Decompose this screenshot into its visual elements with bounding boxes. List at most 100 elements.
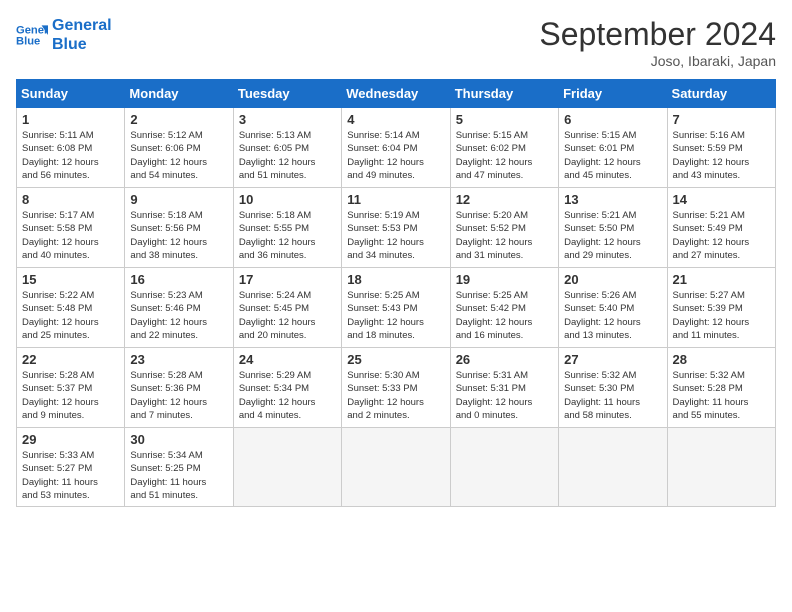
day-number: 13 — [564, 192, 661, 207]
day-info: Sunrise: 5:15 AMSunset: 6:01 PMDaylight:… — [564, 129, 661, 182]
table-row — [559, 428, 667, 507]
day-number: 14 — [673, 192, 770, 207]
day-number: 2 — [130, 112, 227, 127]
day-info: Sunrise: 5:30 AMSunset: 5:33 PMDaylight:… — [347, 369, 444, 422]
day-info: Sunrise: 5:25 AMSunset: 5:42 PMDaylight:… — [456, 289, 553, 342]
col-header-monday: Monday — [125, 80, 233, 108]
table-row — [667, 428, 775, 507]
col-header-thursday: Thursday — [450, 80, 558, 108]
table-row: 3 Sunrise: 5:13 AMSunset: 6:05 PMDaylight… — [233, 108, 341, 188]
table-row: 21 Sunrise: 5:27 AMSunset: 5:39 PMDayligh… — [667, 268, 775, 348]
calendar-table: SundayMondayTuesdayWednesdayThursdayFrid… — [16, 79, 776, 507]
day-info: Sunrise: 5:27 AMSunset: 5:39 PMDaylight:… — [673, 289, 770, 342]
table-row: 16 Sunrise: 5:23 AMSunset: 5:46 PMDayligh… — [125, 268, 233, 348]
calendar-week-3: 15Sunrise: 5:22 AMSunset: 5:48 PMDayligh… — [17, 268, 776, 348]
day-info: Sunrise: 5:23 AMSunset: 5:46 PMDaylight:… — [130, 289, 227, 342]
col-header-saturday: Saturday — [667, 80, 775, 108]
day-info: Sunrise: 5:13 AMSunset: 6:05 PMDaylight:… — [239, 129, 336, 182]
day-number: 6 — [564, 112, 661, 127]
day-info: Sunrise: 5:28 AMSunset: 5:36 PMDaylight:… — [130, 369, 227, 422]
day-number: 20 — [564, 272, 661, 287]
table-row: 25 Sunrise: 5:30 AMSunset: 5:33 PMDayligh… — [342, 348, 450, 428]
title-block: September 2024 Joso, Ibaraki, Japan — [539, 16, 776, 69]
table-row: 28 Sunrise: 5:32 AMSunset: 5:28 PMDayligh… — [667, 348, 775, 428]
table-row: 26 Sunrise: 5:31 AMSunset: 5:31 PMDayligh… — [450, 348, 558, 428]
table-row: 30 Sunrise: 5:34 AMSunset: 5:25 PMDayligh… — [125, 428, 233, 507]
day-number: 18 — [347, 272, 444, 287]
day-info: Sunrise: 5:12 AMSunset: 6:06 PMDaylight:… — [130, 129, 227, 182]
table-row: 19 Sunrise: 5:25 AMSunset: 5:42 PMDayligh… — [450, 268, 558, 348]
day-info: Sunrise: 5:19 AMSunset: 5:53 PMDaylight:… — [347, 209, 444, 262]
table-row: 23 Sunrise: 5:28 AMSunset: 5:36 PMDayligh… — [125, 348, 233, 428]
calendar-week-1: 1Sunrise: 5:11 AMSunset: 6:08 PMDaylight… — [17, 108, 776, 188]
day-info: Sunrise: 5:14 AMSunset: 6:04 PMDaylight:… — [347, 129, 444, 182]
day-number: 22 — [22, 352, 119, 367]
col-header-tuesday: Tuesday — [233, 80, 341, 108]
day-number: 19 — [456, 272, 553, 287]
table-row: 1Sunrise: 5:11 AMSunset: 6:08 PMDaylight… — [17, 108, 125, 188]
day-number: 30 — [130, 432, 227, 447]
col-header-sunday: Sunday — [17, 80, 125, 108]
table-row: 15Sunrise: 5:22 AMSunset: 5:48 PMDayligh… — [17, 268, 125, 348]
day-number: 9 — [130, 192, 227, 207]
day-number: 8 — [22, 192, 119, 207]
day-info: Sunrise: 5:15 AMSunset: 6:02 PMDaylight:… — [456, 129, 553, 182]
day-number: 16 — [130, 272, 227, 287]
logo-line1: General — [52, 16, 112, 35]
day-info: Sunrise: 5:24 AMSunset: 5:45 PMDaylight:… — [239, 289, 336, 342]
day-number: 12 — [456, 192, 553, 207]
location: Joso, Ibaraki, Japan — [539, 53, 776, 69]
table-row: 29 Sunrise: 5:33 AMSunset: 5:27 PMDayligh… — [17, 428, 125, 507]
day-number: 23 — [130, 352, 227, 367]
day-info: Sunrise: 5:31 AMSunset: 5:31 PMDaylight:… — [456, 369, 553, 422]
table-row — [233, 428, 341, 507]
header-row: SundayMondayTuesdayWednesdayThursdayFrid… — [17, 80, 776, 108]
table-row: 14 Sunrise: 5:21 AMSunset: 5:49 PMDayligh… — [667, 188, 775, 268]
day-number: 4 — [347, 112, 444, 127]
day-info: Sunrise: 5:26 AMSunset: 5:40 PMDaylight:… — [564, 289, 661, 342]
day-info: Sunrise: 5:34 AMSunset: 5:25 PMDaylight:… — [130, 449, 227, 502]
col-header-wednesday: Wednesday — [342, 80, 450, 108]
day-info: Sunrise: 5:32 AMSunset: 5:30 PMDaylight:… — [564, 369, 661, 422]
table-row: 2 Sunrise: 5:12 AMSunset: 6:06 PMDaylight… — [125, 108, 233, 188]
day-info: Sunrise: 5:21 AMSunset: 5:49 PMDaylight:… — [673, 209, 770, 262]
page-header: General Blue General Blue September 2024… — [16, 16, 776, 69]
day-info: Sunrise: 5:18 AMSunset: 5:56 PMDaylight:… — [130, 209, 227, 262]
logo: General Blue General Blue — [16, 16, 112, 54]
table-row: 4 Sunrise: 5:14 AMSunset: 6:04 PMDaylight… — [342, 108, 450, 188]
logo-icon: General Blue — [16, 19, 48, 51]
day-number: 17 — [239, 272, 336, 287]
day-number: 26 — [456, 352, 553, 367]
day-info: Sunrise: 5:32 AMSunset: 5:28 PMDaylight:… — [673, 369, 770, 422]
day-number: 5 — [456, 112, 553, 127]
day-number: 29 — [22, 432, 119, 447]
day-number: 7 — [673, 112, 770, 127]
table-row: 7 Sunrise: 5:16 AMSunset: 5:59 PMDaylight… — [667, 108, 775, 188]
table-row — [342, 428, 450, 507]
calendar-week-2: 8Sunrise: 5:17 AMSunset: 5:58 PMDaylight… — [17, 188, 776, 268]
logo-line2: Blue — [52, 35, 112, 54]
day-number: 25 — [347, 352, 444, 367]
table-row: 12 Sunrise: 5:20 AMSunset: 5:52 PMDayligh… — [450, 188, 558, 268]
day-info: Sunrise: 5:29 AMSunset: 5:34 PMDaylight:… — [239, 369, 336, 422]
day-info: Sunrise: 5:16 AMSunset: 5:59 PMDaylight:… — [673, 129, 770, 182]
svg-text:Blue: Blue — [16, 36, 40, 48]
day-info: Sunrise: 5:18 AMSunset: 5:55 PMDaylight:… — [239, 209, 336, 262]
table-row: 9 Sunrise: 5:18 AMSunset: 5:56 PMDaylight… — [125, 188, 233, 268]
table-row: 6 Sunrise: 5:15 AMSunset: 6:01 PMDaylight… — [559, 108, 667, 188]
day-number: 21 — [673, 272, 770, 287]
day-number: 27 — [564, 352, 661, 367]
table-row: 24 Sunrise: 5:29 AMSunset: 5:34 PMDayligh… — [233, 348, 341, 428]
table-row — [450, 428, 558, 507]
table-row: 10 Sunrise: 5:18 AMSunset: 5:55 PMDayligh… — [233, 188, 341, 268]
col-header-friday: Friday — [559, 80, 667, 108]
day-info: Sunrise: 5:33 AMSunset: 5:27 PMDaylight:… — [22, 449, 119, 502]
day-number: 10 — [239, 192, 336, 207]
calendar-week-5: 29 Sunrise: 5:33 AMSunset: 5:27 PMDayligh… — [17, 428, 776, 507]
day-number: 3 — [239, 112, 336, 127]
table-row: 11Sunrise: 5:19 AMSunset: 5:53 PMDayligh… — [342, 188, 450, 268]
day-info: Sunrise: 5:20 AMSunset: 5:52 PMDaylight:… — [456, 209, 553, 262]
day-number: 28 — [673, 352, 770, 367]
day-number: 24 — [239, 352, 336, 367]
calendar-week-4: 22Sunrise: 5:28 AMSunset: 5:37 PMDayligh… — [17, 348, 776, 428]
